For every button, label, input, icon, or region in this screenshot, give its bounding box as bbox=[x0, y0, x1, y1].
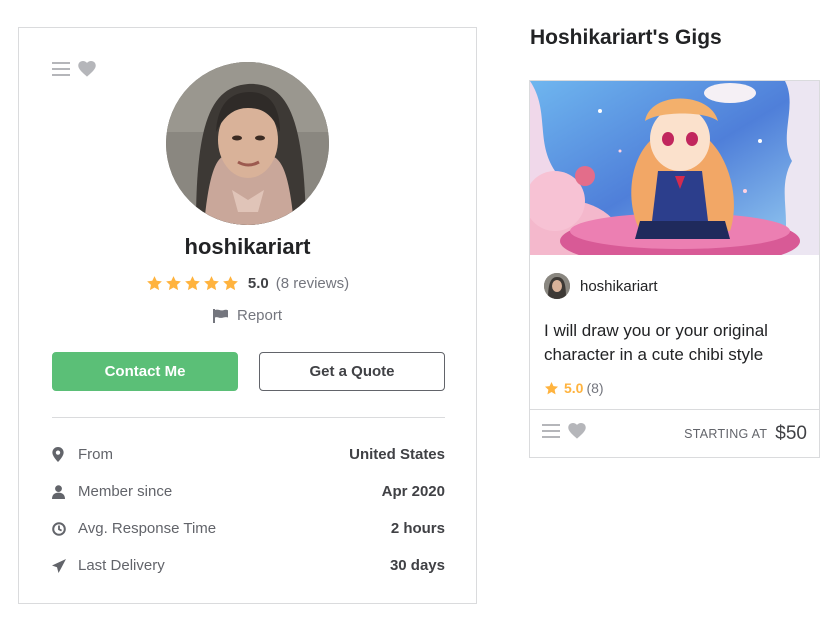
gig-thumbnail[interactable] bbox=[530, 81, 819, 255]
get-quote-button[interactable]: Get a Quote bbox=[259, 352, 445, 391]
menu-icon[interactable] bbox=[542, 424, 560, 443]
paper-plane-icon bbox=[52, 558, 78, 573]
contact-me-button[interactable]: Contact Me bbox=[52, 352, 238, 391]
gig-price: $50 bbox=[775, 422, 807, 444]
profile-rating: 5.0 (8 reviews) bbox=[19, 275, 476, 292]
stat-value: United States bbox=[349, 446, 445, 463]
stat-label: Avg. Response Time bbox=[78, 520, 217, 537]
seller-profile-card: hoshikariart 5.0 (8 reviews) Report Cont… bbox=[18, 27, 477, 604]
gig-rating-count: (8) bbox=[586, 380, 604, 396]
stat-row-member-since: Member since Apr 2020 bbox=[52, 473, 445, 510]
star-icon bbox=[147, 276, 162, 291]
stat-label: From bbox=[78, 446, 113, 463]
heart-icon[interactable] bbox=[78, 61, 96, 82]
seller-avatar[interactable] bbox=[544, 273, 570, 299]
star-rating bbox=[146, 275, 239, 292]
card-actions bbox=[52, 61, 96, 82]
gig-rating-score: 5.0 bbox=[564, 380, 584, 396]
stat-value: 30 days bbox=[389, 557, 445, 574]
stat-label: Member since bbox=[78, 483, 173, 500]
heart-icon[interactable] bbox=[568, 423, 586, 444]
gig-seller[interactable]: hoshikariart bbox=[544, 273, 658, 299]
gigs-section-title: Hoshikariart's Gigs bbox=[530, 26, 722, 49]
menu-icon[interactable] bbox=[52, 62, 70, 81]
rating-reviews[interactable]: (8 reviews) bbox=[276, 275, 349, 292]
star-icon bbox=[223, 276, 238, 291]
rating-score: 5.0 bbox=[247, 275, 269, 292]
clock-icon bbox=[52, 521, 78, 536]
stat-value: 2 hours bbox=[390, 520, 445, 537]
stat-row-response-time: Avg. Response Time 2 hours bbox=[52, 510, 445, 547]
star-icon bbox=[166, 276, 181, 291]
stat-row-from: From United States bbox=[52, 436, 445, 473]
gig-actions bbox=[542, 423, 684, 444]
user-icon bbox=[52, 484, 78, 499]
seller-name[interactable]: hoshikariart bbox=[580, 278, 658, 295]
profile-avatar bbox=[166, 62, 329, 225]
profile-username: hoshikariart bbox=[184, 234, 311, 259]
gig-footer: STARTING AT $50 bbox=[530, 409, 819, 457]
report-link[interactable]: Report bbox=[19, 307, 476, 324]
stat-label: Last Delivery bbox=[78, 557, 165, 574]
divider bbox=[52, 417, 445, 418]
star-icon bbox=[545, 381, 558, 394]
star-icon bbox=[185, 276, 200, 291]
gig-title[interactable]: I will draw you or your original charact… bbox=[544, 319, 809, 367]
stat-value: Apr 2020 bbox=[381, 483, 445, 500]
gig-card[interactable]: hoshikariart I will draw you or your ori… bbox=[529, 80, 820, 458]
report-label: Report bbox=[236, 307, 283, 324]
location-pin-icon bbox=[52, 447, 78, 462]
stat-row-last-delivery: Last Delivery 30 days bbox=[52, 547, 445, 584]
star-icon bbox=[204, 276, 219, 291]
gig-rating: 5.0 (8) bbox=[544, 380, 604, 396]
flag-icon bbox=[212, 308, 228, 323]
starting-at-label: STARTING AT bbox=[684, 426, 768, 441]
seller-stats: From United States Member since Apr 2020… bbox=[52, 436, 445, 584]
